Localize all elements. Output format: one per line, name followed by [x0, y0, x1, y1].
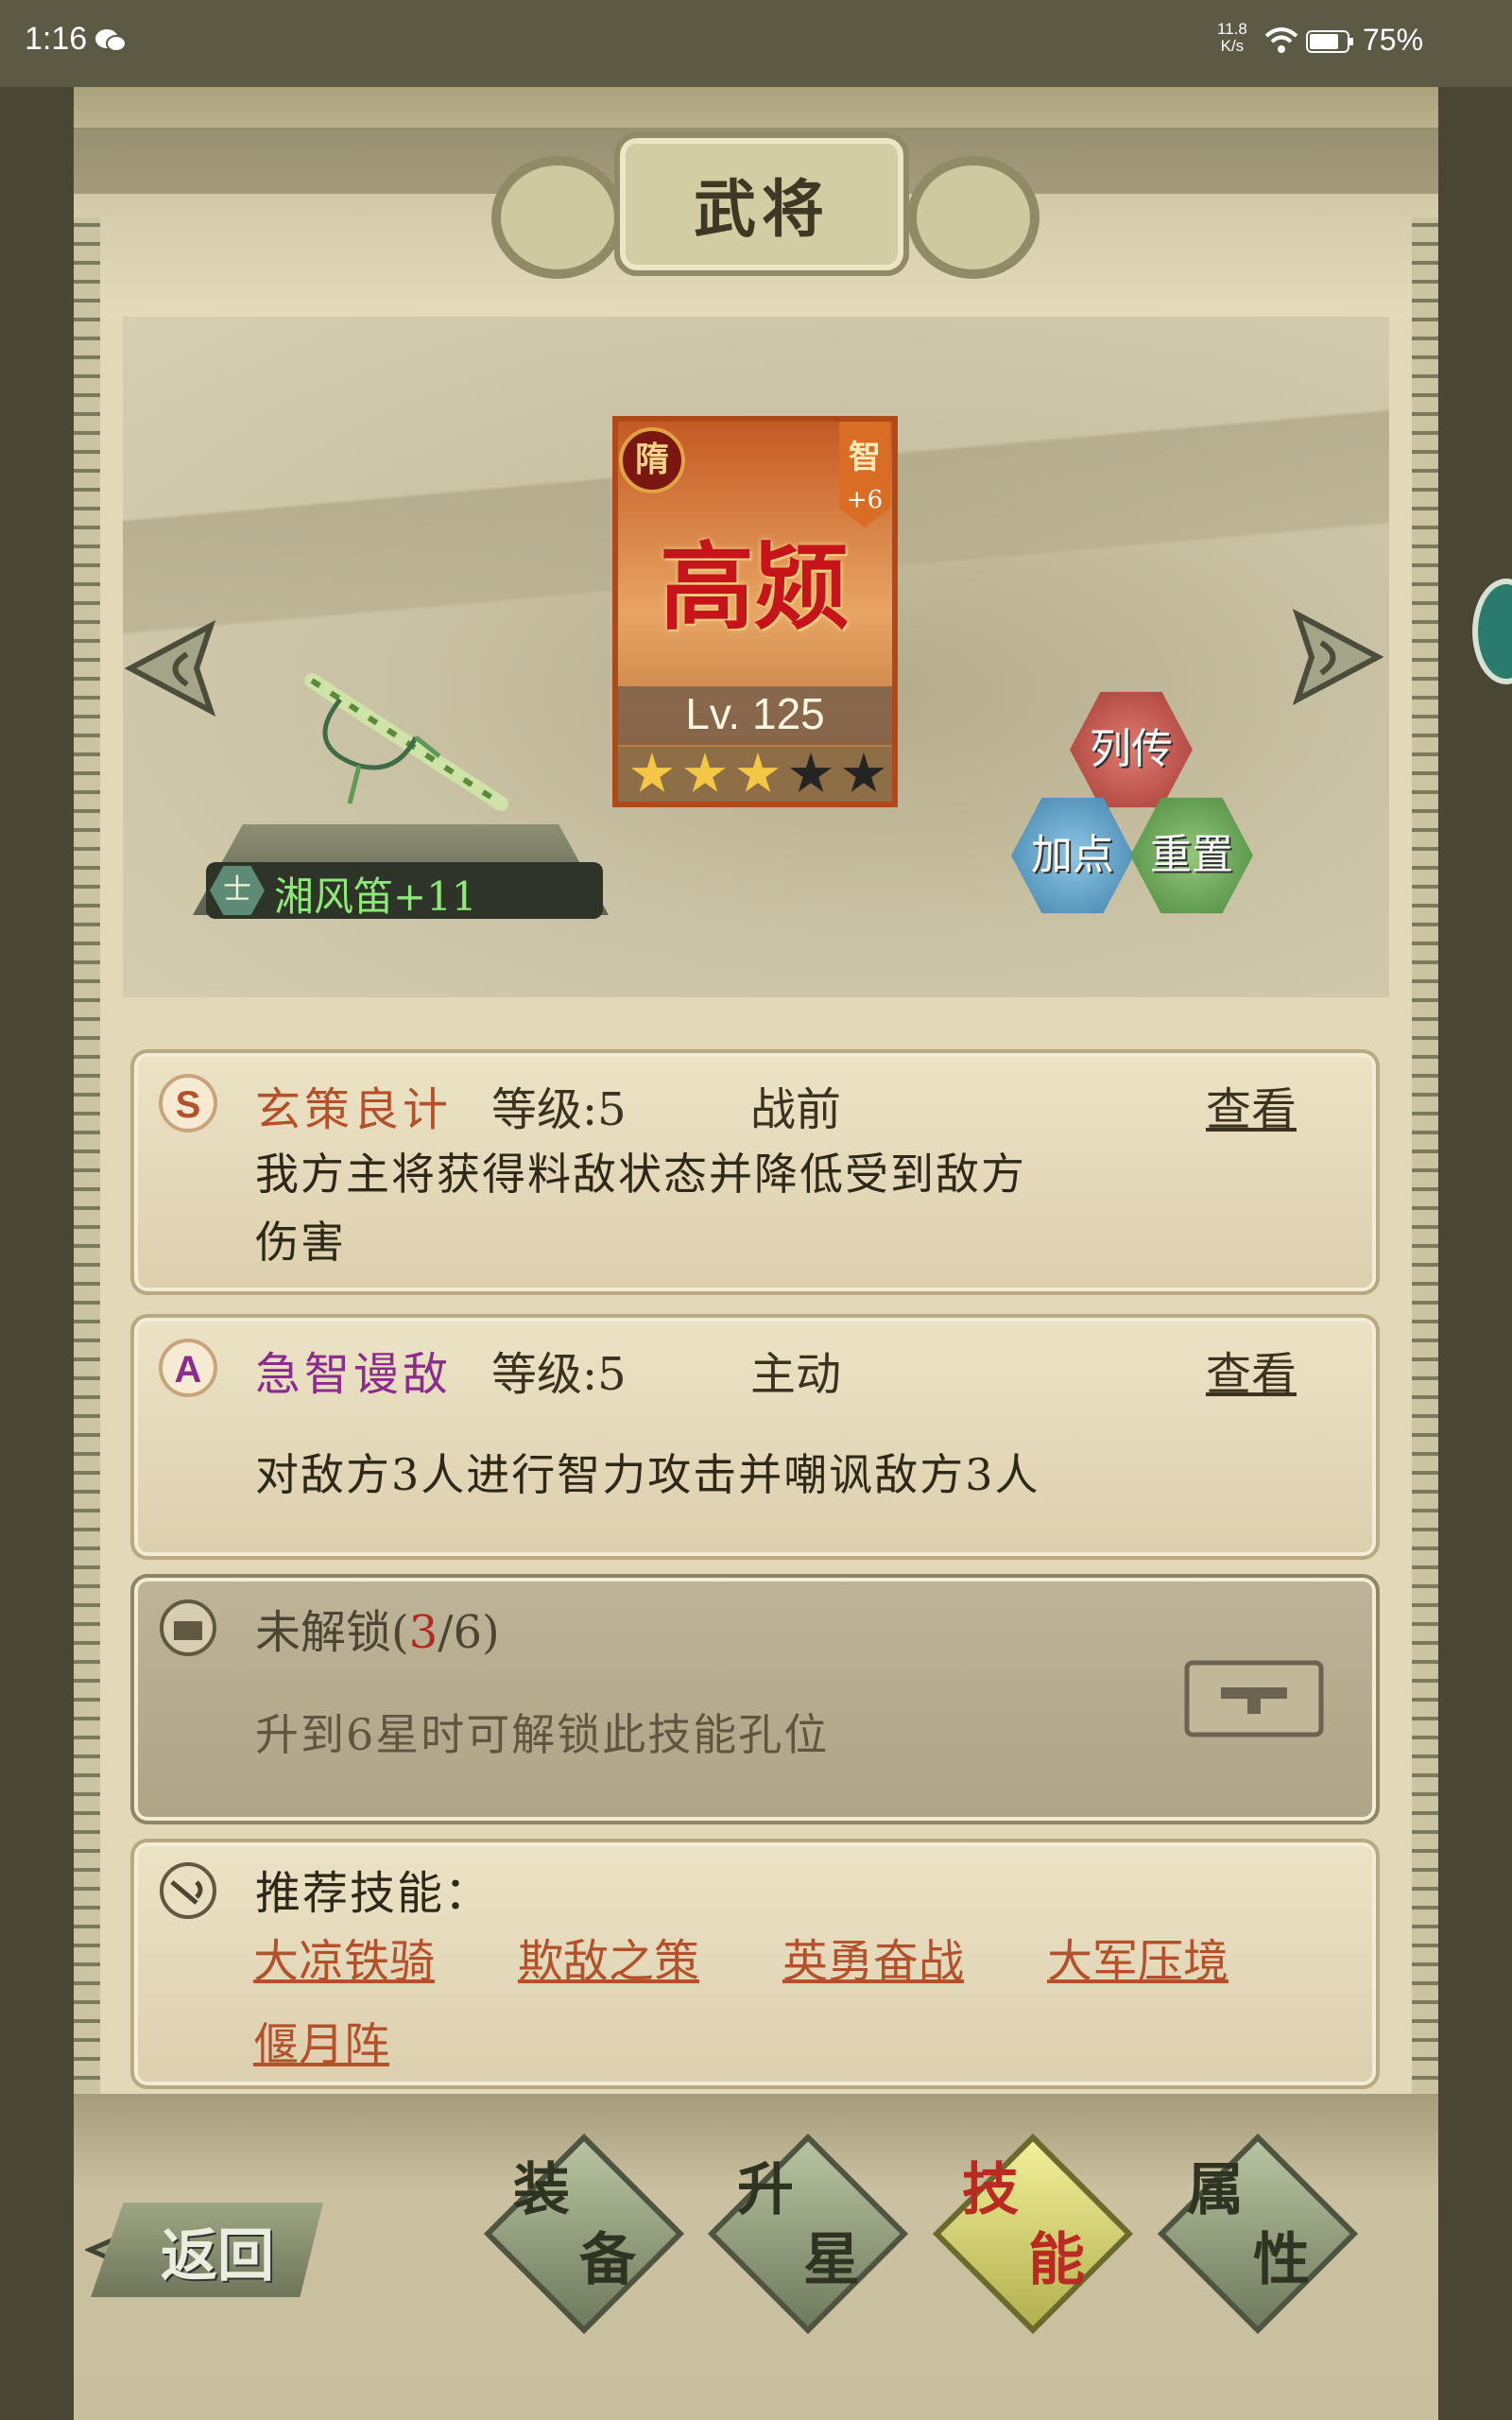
skill-type: 战前 [750, 1083, 842, 1136]
locked-skill-slot: 未解锁(3/6) 升到6星时可解锁此技能孔位 [130, 1574, 1380, 1824]
skill-description-line: 我方主将获得料敌状态并降低受到敌方 [255, 1149, 1026, 1200]
skill-description: 我方主将获得料敌状态并降低受到敌方 伤害 [255, 1140, 1257, 1276]
star-filled-icon [630, 752, 674, 792]
dynasty-badge: 隋 [619, 427, 685, 493]
nav-tab-attributes[interactable]: 属 性 [1157, 2133, 1359, 2335]
wifi-icon [1264, 27, 1298, 53]
wechat-icon [95, 29, 127, 52]
locked-label-prefix: 未解锁( [255, 1606, 409, 1659]
skill-grade-badge: A [159, 1339, 217, 1397]
recommended-skill-link[interactable]: 大凉铁骑 [253, 1924, 435, 1990]
recommended-skills-panel: 推荐技能： 大凉铁骑 欺敌之策 英勇奋战 大军压境 偃月阵 [130, 1839, 1380, 2089]
skill-type: 主动 [750, 1348, 842, 1401]
scroll-icon [160, 1862, 216, 1919]
recommended-skill-link[interactable]: 英勇奋战 [782, 1924, 964, 1990]
left-border-ornament [74, 217, 100, 2344]
recommended-skill-link[interactable]: 偃月阵 [253, 2007, 389, 2073]
right-border-ornament [1412, 217, 1438, 2344]
skill-panel-2: A 急智谩敌 等级:5 主动 查看 对敌方3人进行智力攻击并嘲讽敌方3人 [130, 1314, 1380, 1560]
side-float-button[interactable] [1472, 579, 1512, 684]
locked-count-total: /6) [438, 1606, 500, 1659]
back-button-label: 返回 [161, 2223, 274, 2290]
nav-tab-label: 星 [803, 2227, 860, 2293]
star-empty-icon [842, 752, 885, 792]
star-rating [626, 747, 890, 802]
nav-tab-skills[interactable]: 技 能 [932, 2133, 1134, 2335]
empty-slot-icon [1184, 1660, 1324, 1737]
flute-weapon-icon[interactable] [284, 662, 529, 832]
title-ornament-right [907, 156, 1040, 279]
skill-description: 对敌方3人进行智力攻击并嘲讽敌方3人 [255, 1449, 1040, 1500]
battery-percent: 75% [1363, 23, 1424, 57]
star-filled-icon [736, 752, 780, 792]
title-ornament-left [491, 156, 624, 279]
locked-label: 未解锁(3/6) [255, 1595, 500, 1661]
nav-tab-label: 能 [1028, 2227, 1085, 2293]
skill-grade-badge: S [159, 1074, 217, 1132]
star-filled-icon [683, 752, 727, 792]
nav-tab-star-up[interactable]: 升 星 [707, 2133, 909, 2335]
skill-level: 等级:5 [491, 1348, 627, 1401]
nav-tab-equipment[interactable]: 装 备 [483, 2133, 685, 2335]
locked-count: 3 [408, 1606, 438, 1659]
skill-view-link[interactable]: 查看 [1206, 1337, 1297, 1403]
weapon-name: 湘风笛+11 [274, 873, 477, 920]
lock-icon [160, 1599, 216, 1656]
nav-tab-label: 备 [579, 2227, 636, 2293]
next-hero-arrow-icon[interactable] [1293, 605, 1387, 709]
skill-description-line: 伤害 [255, 1217, 346, 1268]
skill-name: 玄策良计 [255, 1083, 453, 1136]
net-speed-unit: K/s [1220, 37, 1245, 55]
locked-description: 升到6星时可解锁此技能孔位 [255, 1709, 830, 1760]
skill-level: 等级:5 [491, 1083, 627, 1136]
hero-level: Lv. 125 [685, 689, 825, 738]
skill-panel-1: S 玄策良计 等级:5 战前 查看 我方主将获得料敌状态并降低受到敌方 伤害 [130, 1049, 1380, 1295]
hero-name: 高颎 [660, 531, 849, 643]
net-speed-value: 11.8 [1217, 20, 1247, 38]
recommended-skill-link[interactable]: 欺敌之策 [518, 1924, 699, 1990]
net-speed: 11.8 K/s [1217, 21, 1247, 55]
star-empty-icon [789, 752, 833, 792]
recommended-title: 推荐技能： [255, 1867, 492, 1920]
skill-view-link[interactable]: 查看 [1206, 1072, 1297, 1138]
page-title: 武将 [694, 172, 830, 246]
skill-name: 急智谩敌 [255, 1348, 453, 1401]
class-label: 智 [849, 439, 881, 476]
prev-hero-arrow-icon[interactable] [121, 616, 215, 720]
battery-icon [1306, 30, 1353, 53]
recommended-skill-link[interactable]: 大军压境 [1047, 1924, 1228, 1990]
status-time: 1:16 [25, 21, 88, 57]
nav-tab-label: 性 [1253, 2227, 1310, 2293]
